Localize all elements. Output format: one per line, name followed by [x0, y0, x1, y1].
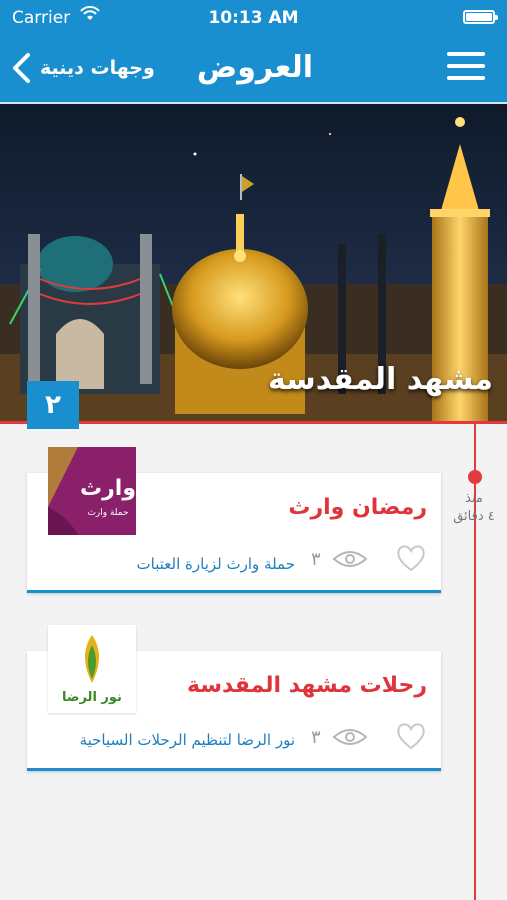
offer-thumbnail[interactable]: نور الرضا: [48, 625, 136, 713]
timeline-dot: [468, 470, 482, 484]
chevron-left-icon: [13, 53, 30, 83]
top-bar: Carrier 10:13 AM وجهات دينية العروض: [0, 0, 507, 104]
card-accent-bar: [27, 768, 441, 771]
timeline-time-line2: ٤ دقائق: [453, 509, 495, 524]
eye-icon: [333, 551, 367, 567]
hero-title: مشهد المقدسة: [268, 362, 493, 397]
page-title: العروض: [196, 50, 314, 85]
offer-title: رحلات مشهد المقدسة: [187, 673, 427, 698]
thumb-text: نور الرضا: [62, 690, 122, 705]
view-count: ٣: [311, 727, 321, 748]
offer-subtitle: نور الرضا لتنظيم الرحلات السياحية: [79, 731, 295, 749]
hero-image: مشهد المقدسة: [0, 104, 507, 422]
offer-count-badge[interactable]: ٢: [27, 381, 79, 429]
heart-icon[interactable]: [395, 543, 427, 573]
thumb-caption: حملة وارث: [87, 508, 128, 518]
offer-title: رمضان وارث: [288, 495, 427, 520]
menu-button[interactable]: [447, 52, 485, 82]
card-accent-bar: [27, 590, 441, 593]
timeline-time: منذ ٤ دقائق: [444, 490, 504, 526]
warith-logo: وارث حملة وارث: [48, 447, 136, 535]
heart-icon[interactable]: [395, 721, 427, 751]
battery-icon: [463, 10, 498, 24]
view-count: ٣: [311, 549, 321, 570]
noor-alreda-logo: نور الرضا: [48, 625, 136, 713]
offer-subtitle: حملة وارث لزيارة العتبات: [136, 555, 295, 573]
thumb-text: وارث: [80, 476, 136, 501]
back-button[interactable]: وجهات دينية: [10, 46, 155, 90]
eye-icon: [333, 729, 367, 745]
menu-bar-icon: [447, 52, 485, 56]
back-label: وجهات دينية: [40, 57, 155, 79]
clock: 10:13 AM: [208, 8, 299, 28]
offer-thumbnail[interactable]: وارث حملة وارث: [48, 447, 136, 535]
timeline-time-line1: منذ: [465, 491, 483, 506]
status-bar: Carrier 10:13 AM: [0, 0, 507, 36]
menu-bar-icon: [447, 64, 485, 68]
menu-bar-icon: [447, 76, 485, 80]
